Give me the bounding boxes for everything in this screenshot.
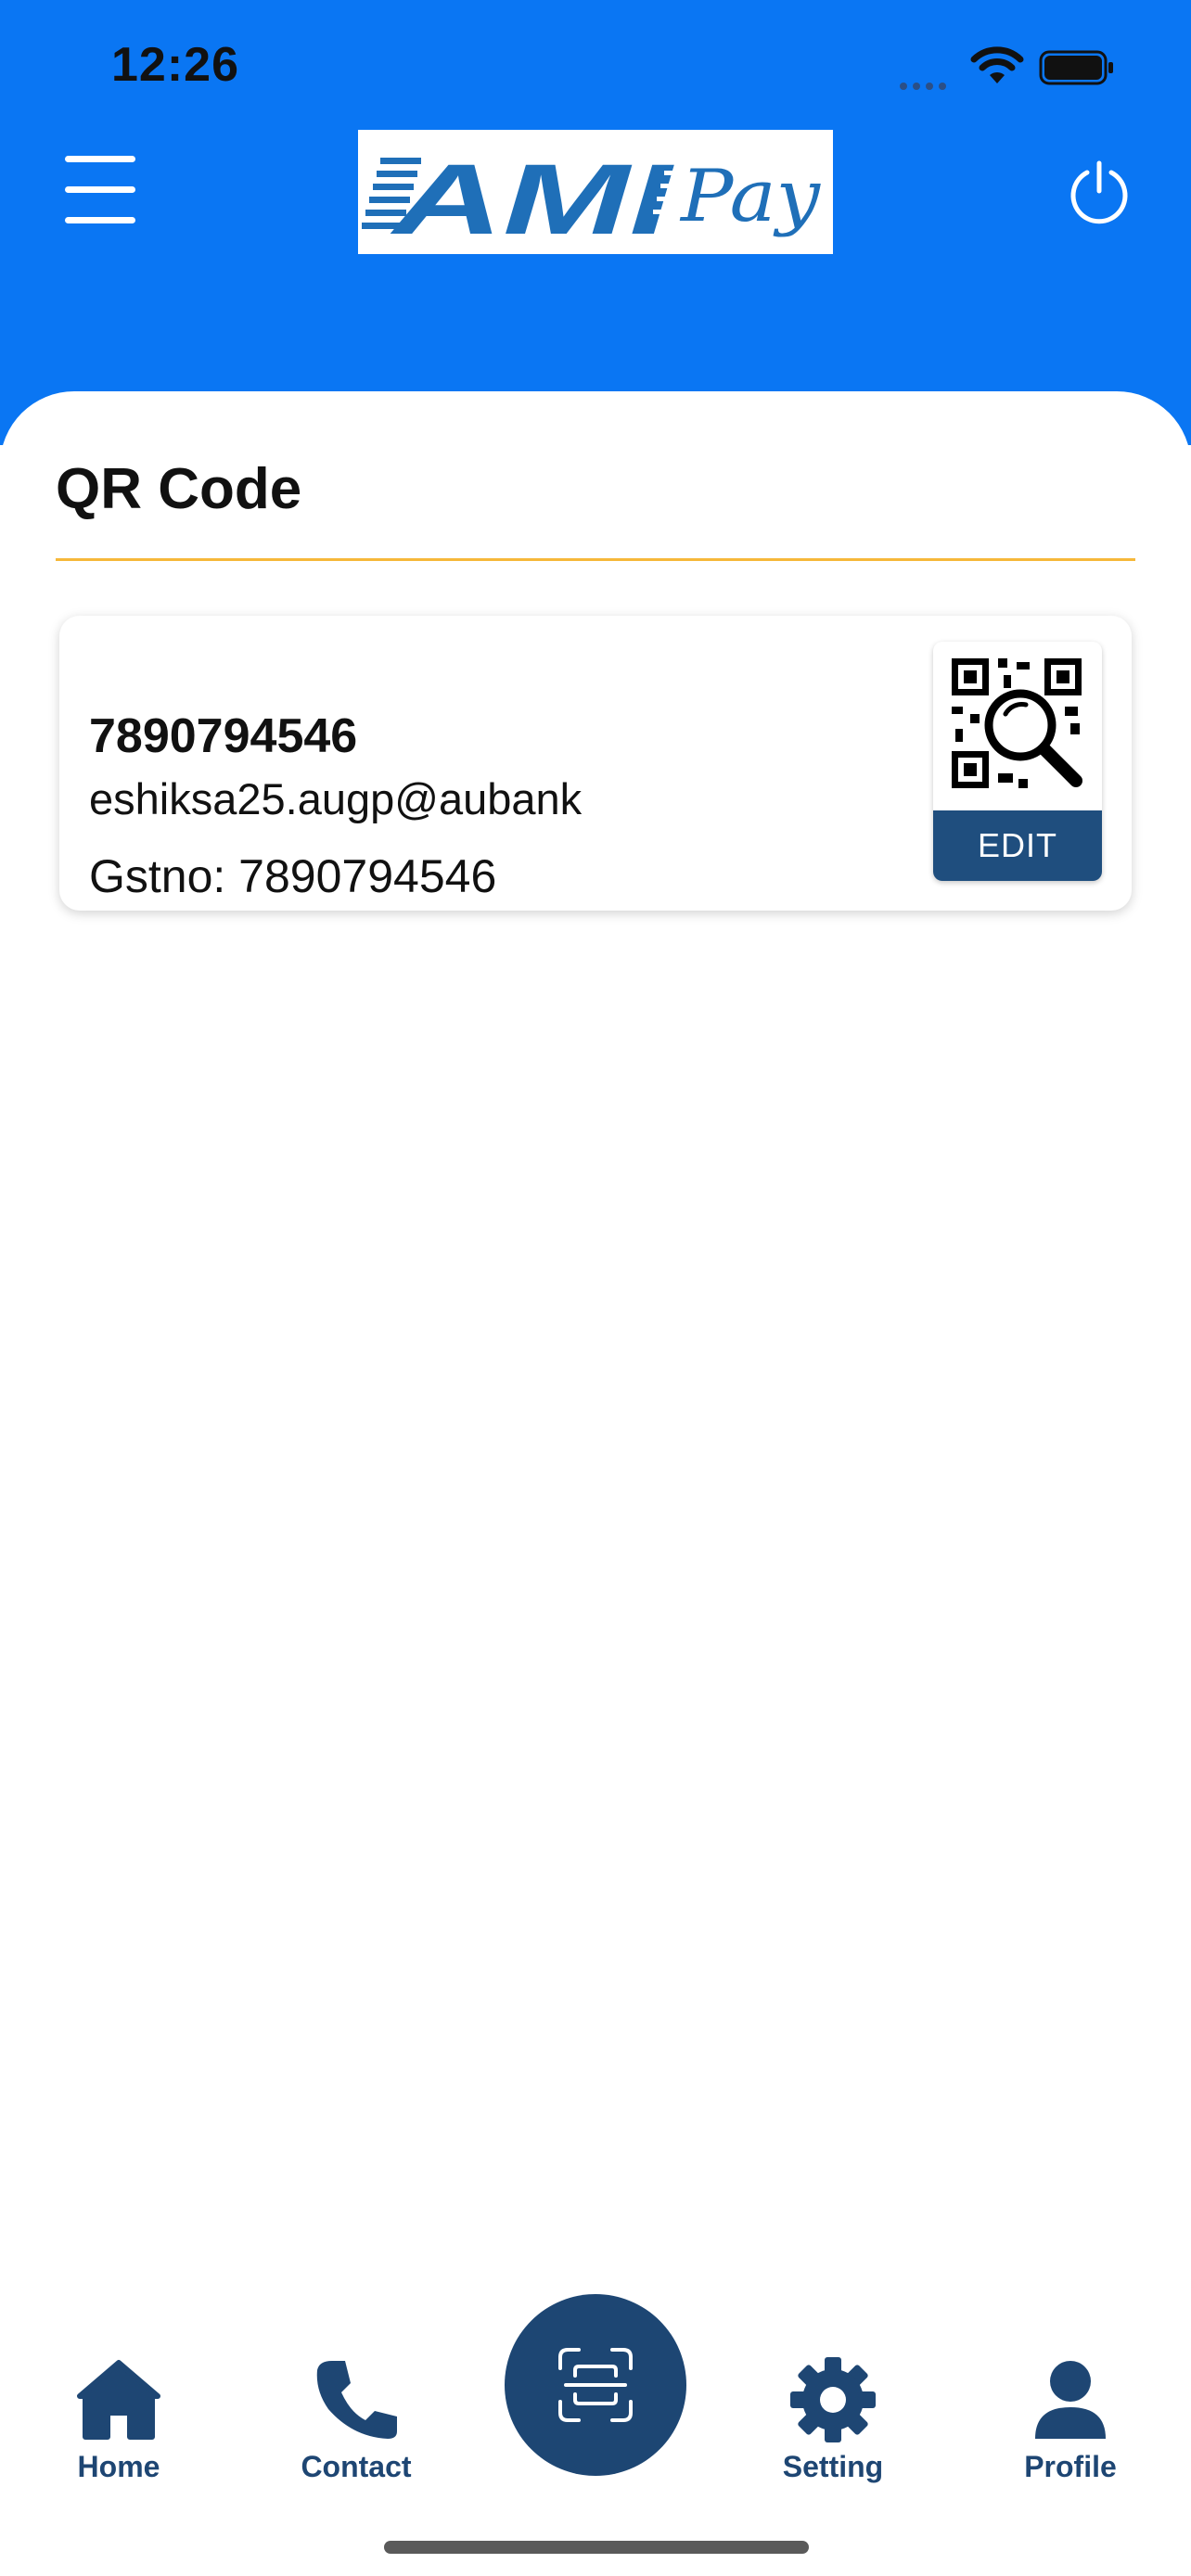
nav-item-home[interactable]: Home bbox=[35, 2355, 202, 2484]
content-sheet: QR Code 7890794546 eshiksa25.augp@aubank… bbox=[0, 391, 1191, 2576]
nav-item-setting[interactable]: Setting bbox=[749, 2355, 916, 2484]
edit-button[interactable]: EDIT bbox=[933, 810, 1102, 881]
hamburger-menu-icon[interactable] bbox=[65, 156, 137, 224]
home-icon bbox=[77, 2360, 160, 2440]
app-header: 12:26 AMI Pay bbox=[0, 0, 1191, 445]
nav-label-setting: Setting bbox=[782, 2450, 884, 2483]
scan-icon bbox=[558, 2348, 633, 2422]
nav-label-profile: Profile bbox=[1024, 2450, 1117, 2483]
home-indicator[interactable] bbox=[384, 2541, 809, 2554]
user-icon bbox=[1035, 2361, 1106, 2439]
card-gst-number: Gstno: 7890794546 bbox=[89, 850, 497, 902]
logo-text-main: AMI bbox=[389, 143, 674, 254]
nav-item-contact[interactable]: Contact bbox=[273, 2355, 440, 2484]
phone-icon bbox=[316, 2361, 397, 2439]
nav-label-home: Home bbox=[77, 2450, 160, 2483]
nav-label-contact: Contact bbox=[301, 2450, 412, 2483]
qr-thumbnail[interactable]: EDIT bbox=[933, 642, 1102, 881]
battery-icon bbox=[1039, 50, 1113, 85]
screen: 12:26 AMI Pay QR Code 7890794546 eshiksa… bbox=[0, 0, 1191, 2576]
brand-logo: AMI Pay bbox=[358, 130, 833, 255]
page-title: QR Code bbox=[56, 457, 302, 521]
title-divider bbox=[56, 558, 1135, 561]
nav-item-profile[interactable]: Profile bbox=[987, 2355, 1154, 2484]
bottom-navigation: Home Contact Setting Profile bbox=[0, 2290, 1191, 2483]
qr-code-card[interactable]: 7890794546 eshiksa25.augp@aubank Gstno: … bbox=[59, 616, 1132, 911]
cellular-signal-icon bbox=[900, 78, 952, 95]
card-upi-id: eshiksa25.augp@aubank bbox=[89, 774, 583, 823]
card-phone-number: 7890794546 bbox=[89, 709, 358, 763]
logo-text-script: Pay bbox=[679, 155, 821, 238]
wifi-icon bbox=[970, 46, 1024, 83]
power-icon[interactable] bbox=[1067, 159, 1132, 226]
scan-button[interactable] bbox=[505, 2294, 686, 2476]
gear-icon bbox=[790, 2357, 876, 2442]
status-time: 12:26 bbox=[111, 38, 239, 92]
qr-search-icon bbox=[952, 658, 1082, 788]
